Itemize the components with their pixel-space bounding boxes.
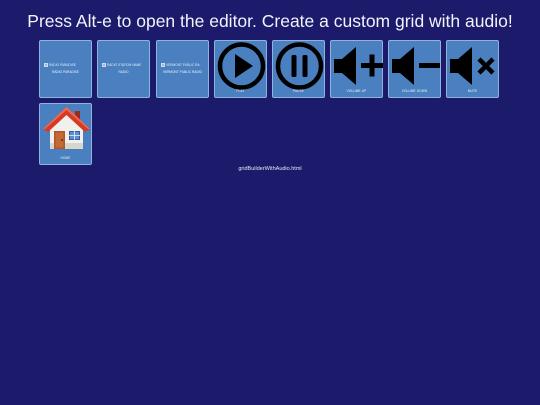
tile-mute[interactable]: Mute <box>446 40 499 98</box>
home-icon <box>43 107 90 149</box>
tile-label: Vermont Public Radio <box>162 70 203 74</box>
volume-up-icon <box>334 47 383 85</box>
radio-paradise-image: Radio Paradise <box>44 62 90 67</box>
image-alt-text: Vermont Public Ra <box>166 62 200 67</box>
image-alt-text: Radio Paradise <box>49 62 76 67</box>
tile-label: Home <box>60 156 71 160</box>
tile-label: Mute <box>467 89 478 93</box>
tile-label: Volume Down <box>401 89 428 93</box>
image-alt-text: Radio station name <box>107 62 142 67</box>
tile-vermont-public-radio[interactable]: Vermont Public Ra Vermont Public Radio <box>156 40 209 98</box>
tile-label: Radio <box>118 70 129 74</box>
mute-icon <box>450 47 495 85</box>
tile-pause[interactable]: Pause <box>272 40 325 98</box>
broken-image-icon <box>161 62 165 67</box>
vermont-public-radio-image: Vermont Public Ra <box>161 62 207 67</box>
tile-label: Pause <box>292 89 305 93</box>
play-icon <box>217 42 266 90</box>
tile-radio-paradise[interactable]: Radio Paradise Radio Paradise <box>39 40 92 98</box>
volume-down-icon <box>392 47 440 85</box>
tile-label: Play <box>236 89 245 93</box>
page-title: Press Alt-e to open the editor. Create a… <box>27 11 513 31</box>
tile-play[interactable]: Play <box>214 40 267 98</box>
pause-icon <box>275 42 324 90</box>
tile-label: Volume Up <box>346 89 367 93</box>
broken-image-icon <box>44 62 48 67</box>
tile-volume-up[interactable]: Volume Up <box>330 40 383 98</box>
tile-label: Radio Paradise <box>52 70 79 74</box>
page-footer-filename: gridBuilderWithAudio.html <box>238 166 302 172</box>
tile-radio-station[interactable]: Radio station name Radio <box>97 40 150 98</box>
tile-home[interactable]: Home <box>39 103 92 165</box>
radio-station-image: Radio station name <box>102 62 148 67</box>
broken-image-icon <box>102 62 106 67</box>
tile-volume-down[interactable]: Volume Down <box>388 40 441 98</box>
